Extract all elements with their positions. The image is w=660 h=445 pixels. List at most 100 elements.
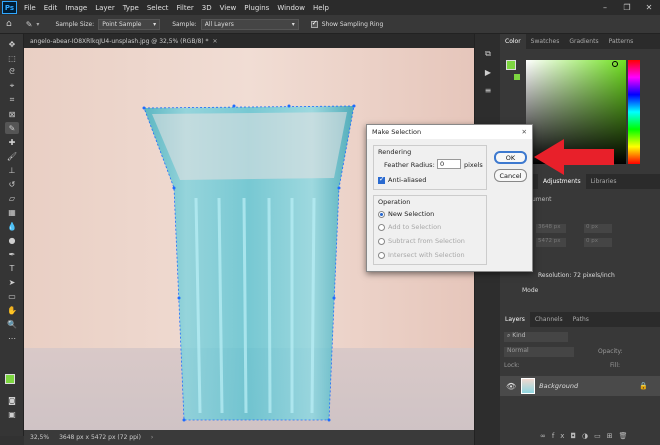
quick-selection-tool-icon[interactable]: ⌖: [5, 80, 19, 92]
layer-row-background[interactable]: 👁 Background 🔒: [500, 376, 660, 396]
menu-filter[interactable]: Filter: [172, 4, 197, 12]
resolution-text: Resolution: 72 pixels/inch: [538, 272, 615, 279]
eyedropper-tool-icon[interactable]: ✎: [26, 20, 33, 29]
mode-label: Mode: [522, 287, 539, 294]
color-panel-tabs: Color Swatches Gradients Patterns: [500, 34, 660, 49]
history-brush-tool-icon[interactable]: ↺: [5, 178, 19, 190]
height-field[interactable]: 5472 px: [536, 238, 566, 247]
healing-brush-tool-icon[interactable]: ✚: [5, 136, 19, 148]
add-selection-label: Add to Selection: [388, 223, 442, 231]
pen-tool-icon[interactable]: ✒: [5, 248, 19, 260]
document-tab[interactable]: angelo-abear-IO8XRlkqJU4-unsplash.jpg @ …: [24, 34, 474, 48]
close-tab-icon[interactable]: ✕: [213, 38, 218, 45]
fg-color-chip[interactable]: [506, 60, 516, 70]
move-tool-icon[interactable]: ✥: [5, 38, 19, 50]
menu-layer[interactable]: Layer: [91, 4, 119, 12]
web-safe-chip[interactable]: [514, 74, 520, 80]
x-field[interactable]: 0 px: [584, 224, 612, 233]
tool-preset-chevron-icon[interactable]: ▾: [36, 21, 39, 28]
chevron-down-icon: ▾: [291, 20, 295, 28]
eyedropper-tool-icon[interactable]: ✎: [5, 122, 19, 134]
menu-3d[interactable]: 3D: [198, 4, 216, 12]
layer-name: Background: [539, 382, 579, 390]
radio-subtract-selection: Subtract from Selection: [378, 237, 465, 245]
tab-patterns[interactable]: Patterns: [604, 34, 639, 49]
opacity-label: Opacity:: [598, 348, 623, 355]
intersect-selection-label: Intersect with Selection: [388, 251, 465, 259]
tab-paths[interactable]: Paths: [568, 312, 594, 327]
mask-icon[interactable]: ◘: [570, 432, 582, 440]
menu-image[interactable]: Image: [61, 4, 91, 12]
hand-tool-icon[interactable]: ✋: [5, 304, 19, 316]
options-bar: ⌂ ✎ ▾ Sample Size: Point Sample ▾ Sample…: [0, 15, 660, 34]
tab-channels[interactable]: Channels: [530, 312, 568, 327]
dodge-tool-icon[interactable]: ●: [5, 234, 19, 246]
visibility-eye-icon[interactable]: 👁: [506, 382, 516, 391]
chevron-right-icon[interactable]: ›: [151, 434, 153, 441]
sample-select[interactable]: All Layers ▾: [200, 18, 299, 30]
blend-mode-select[interactable]: Normal: [504, 347, 574, 357]
anti-aliased-label: Anti-aliased: [388, 176, 427, 184]
zoom-tool-icon[interactable]: 🔍: [5, 318, 19, 330]
show-sampling-ring-label: Show Sampling Ring: [321, 20, 384, 28]
filter-kind-select[interactable]: ⌕ Kind: [504, 332, 568, 342]
menu-type[interactable]: Type: [119, 4, 143, 12]
trash-icon[interactable]: 🗑: [619, 432, 634, 440]
history-panel-icon[interactable]: ⧉: [481, 48, 495, 60]
screen-mode-icon[interactable]: ▣: [5, 408, 19, 420]
y-field[interactable]: 0 px: [584, 238, 612, 247]
home-icon[interactable]: ⌂: [6, 19, 12, 29]
radio-new-selection[interactable]: New Selection: [378, 210, 434, 218]
tab-layers[interactable]: Layers: [500, 312, 530, 327]
subtract-selection-label: Subtract from Selection: [388, 237, 465, 245]
show-sampling-ring-checkbox[interactable]: [310, 19, 318, 28]
hue-slider[interactable]: [628, 60, 640, 164]
sample-size-select[interactable]: Point Sample ▾: [98, 18, 161, 30]
clone-stamp-tool-icon[interactable]: ⊥: [5, 164, 19, 176]
tab-color[interactable]: Color: [500, 34, 526, 49]
fx-icon[interactable]: fx: [552, 432, 571, 440]
eraser-tool-icon[interactable]: ▱: [5, 192, 19, 204]
quick-mask-icon[interactable]: ◙: [5, 394, 19, 406]
menu-view[interactable]: View: [216, 4, 241, 12]
marquee-tool-icon[interactable]: ⬚: [5, 52, 19, 64]
crop-tool-icon[interactable]: ⌗: [5, 94, 19, 106]
adjustment-layer-icon[interactable]: ◑: [582, 432, 594, 440]
restore-icon[interactable]: ❐: [616, 0, 638, 15]
close-window-icon[interactable]: ✕: [638, 0, 660, 15]
path-selection-tool-icon[interactable]: ➤: [5, 276, 19, 288]
feather-radius-label: Feather Radius:: [384, 161, 435, 169]
minimize-icon[interactable]: –: [594, 0, 616, 15]
menu-plugins[interactable]: Plugins: [240, 4, 273, 12]
blur-tool-icon[interactable]: 💧: [5, 220, 19, 232]
cancel-button[interactable]: Cancel: [494, 169, 527, 182]
new-layer-icon[interactable]: ⊞: [607, 432, 619, 440]
zoom-level[interactable]: 32,5%: [30, 434, 49, 441]
more-tools-icon[interactable]: ⋯: [5, 332, 19, 344]
brush-tool-icon[interactable]: 🖌: [5, 150, 19, 162]
actions-panel-icon[interactable]: ▶: [481, 66, 495, 78]
foreground-color-swatch[interactable]: [5, 374, 15, 384]
rectangle-tool-icon[interactable]: ▭: [5, 290, 19, 302]
properties-panel-icon[interactable]: ≡: [481, 84, 495, 96]
close-icon[interactable]: ✕: [522, 128, 527, 136]
radio-intersect-selection: Intersect with Selection: [378, 251, 465, 259]
ok-button[interactable]: OK: [494, 151, 527, 164]
menu-help[interactable]: Help: [309, 4, 333, 12]
tab-swatches[interactable]: Swatches: [526, 34, 565, 49]
frame-tool-icon[interactable]: ⊠: [5, 108, 19, 120]
group-icon[interactable]: ▭: [594, 432, 607, 440]
type-tool-icon[interactable]: T: [5, 262, 19, 274]
radio-add-selection: Add to Selection: [378, 223, 441, 231]
feather-radius-input[interactable]: 0: [437, 159, 461, 169]
lasso-tool-icon[interactable]: ᘓ: [5, 66, 19, 78]
menu-edit[interactable]: Edit: [40, 4, 62, 12]
anti-aliased-checkbox[interactable]: [378, 175, 385, 184]
menu-window[interactable]: Window: [273, 4, 309, 12]
link-icon[interactable]: ∞: [540, 432, 552, 440]
menu-select[interactable]: Select: [143, 4, 173, 12]
menu-file[interactable]: File: [20, 4, 40, 12]
tab-gradients[interactable]: Gradients: [564, 34, 603, 49]
gradient-tool-icon[interactable]: ▦: [5, 206, 19, 218]
width-field[interactable]: 3648 px: [536, 224, 566, 233]
